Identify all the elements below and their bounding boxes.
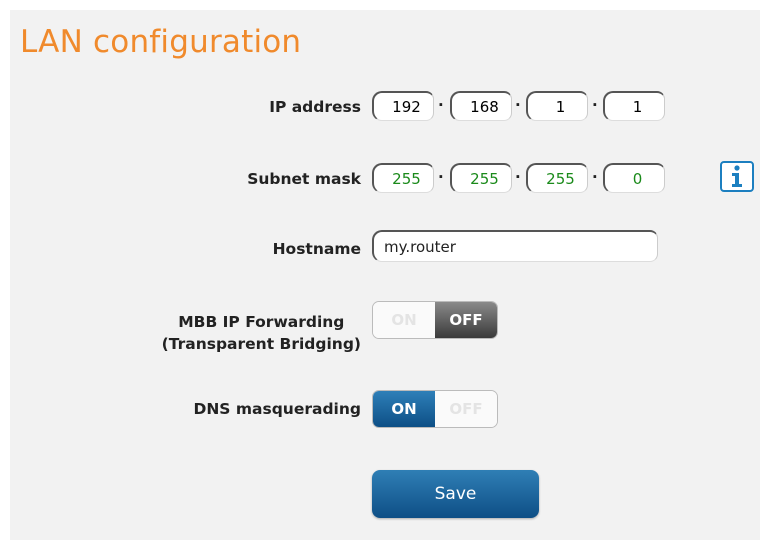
- ip-dot-separator: ·: [438, 96, 444, 114]
- ip-octet-1[interactable]: 192: [372, 91, 434, 121]
- mbb-forwarding-label-line2: (Transparent Bridging): [161, 335, 361, 353]
- mask-dot-separator: ·: [438, 168, 444, 186]
- mask-octet-1[interactable]: 255: [372, 163, 434, 193]
- info-glyph-icon: [732, 165, 742, 187]
- mask-dot-separator: ·: [515, 168, 521, 186]
- subnet-mask-label: Subnet mask: [247, 170, 361, 188]
- mask-dot-separator: ·: [592, 168, 598, 186]
- hostname-field[interactable]: my.router: [372, 230, 658, 262]
- ip-dot-separator: ·: [515, 96, 521, 114]
- ip-octet-4[interactable]: 1: [603, 91, 665, 121]
- ip-octet-3[interactable]: 1: [526, 91, 588, 121]
- dns-masquerading-toggle[interactable]: ON OFF: [372, 390, 498, 428]
- toggle-on-option[interactable]: ON: [373, 391, 435, 427]
- toggle-on-option[interactable]: ON: [373, 302, 435, 338]
- page-title: LAN configuration: [20, 24, 302, 60]
- mbb-forwarding-label: MBB IP Forwarding (Transparent Bridging): [162, 311, 361, 355]
- hostname-label: Hostname: [272, 240, 361, 258]
- dns-masquerading-label: DNS masquerading: [193, 400, 361, 418]
- ip-dot-separator: ·: [592, 96, 598, 114]
- mask-octet-3[interactable]: 255: [526, 163, 588, 193]
- mbb-forwarding-toggle[interactable]: ON OFF: [372, 301, 498, 339]
- ip-address-label: IP address: [269, 98, 361, 116]
- mbb-forwarding-label-line1: MBB IP Forwarding: [178, 313, 345, 331]
- toggle-off-option[interactable]: OFF: [435, 302, 497, 338]
- lan-config-panel: LAN configuration: [10, 10, 760, 540]
- mask-octet-2[interactable]: 255: [450, 163, 512, 193]
- mask-octet-4[interactable]: 0: [603, 163, 665, 193]
- info-icon[interactable]: [720, 161, 754, 192]
- save-button[interactable]: Save: [372, 470, 539, 518]
- ip-octet-2[interactable]: 168: [450, 91, 512, 121]
- toggle-off-option[interactable]: OFF: [435, 391, 497, 427]
